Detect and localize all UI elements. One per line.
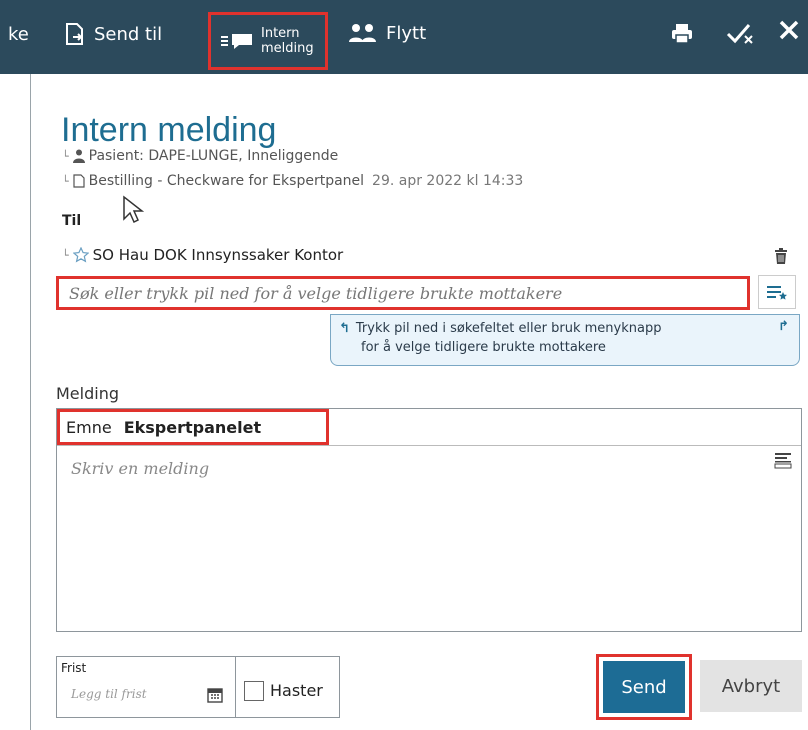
remove-recipient-button[interactable] bbox=[774, 248, 788, 268]
chat-message-icon bbox=[221, 34, 252, 49]
subject-field[interactable]: Emne Ekspertpanelet bbox=[57, 409, 329, 445]
text-template-icon bbox=[774, 453, 792, 469]
recent-recipients-menu-button[interactable] bbox=[758, 275, 796, 309]
trash-icon bbox=[775, 248, 787, 264]
users-move-icon bbox=[349, 24, 376, 42]
hint-line-2: for å velge tidligere brukte mottakere bbox=[361, 340, 606, 355]
patient-line: └ Pasient: DAPE-LUNGE, Inneliggende bbox=[62, 148, 338, 164]
page-title: Intern melding bbox=[61, 111, 277, 149]
message-label: Melding bbox=[56, 384, 119, 403]
urgent-label: Haster bbox=[270, 681, 323, 700]
hint-line-1: Trykk pil ned i søkefeltet eller bruk me… bbox=[355, 321, 662, 336]
toolbar-truncated-label: ke bbox=[8, 24, 29, 45]
recipient-search-placeholder: Søk eller trykk pil ned for å velge tidl… bbox=[69, 283, 563, 303]
intern-melding-button[interactable]: Intern melding bbox=[208, 12, 328, 70]
panel-border bbox=[30, 74, 31, 730]
document-icon bbox=[73, 174, 85, 188]
recipient-hint-tooltip: ↰ Trykk pil ned i søkefeltet eller bruk … bbox=[330, 314, 800, 366]
subject-label: Emne bbox=[66, 417, 112, 437]
arrow-up-right-icon: ↱ bbox=[778, 319, 789, 334]
forward-document-icon bbox=[66, 23, 83, 45]
arrow-up-left-icon: ↰ bbox=[339, 321, 350, 336]
mouse-cursor-icon bbox=[123, 195, 144, 224]
urgent-toggle: Haster bbox=[236, 656, 340, 718]
message-editor: Emne Ekspertpanelet Skriv en melding bbox=[56, 408, 802, 632]
cancel-button[interactable]: Avbryt bbox=[700, 660, 802, 712]
send-til-button[interactable]: Send til bbox=[64, 22, 162, 46]
tree-branch-icon: └ bbox=[62, 149, 69, 163]
send-button[interactable]: Send bbox=[603, 661, 685, 713]
recipient-search-input[interactable]: Søk eller trykk pil ned for å velge tidl… bbox=[56, 276, 750, 310]
send-button-highlight: Send bbox=[596, 654, 692, 720]
send-til-label: Send til bbox=[94, 23, 163, 45]
subject-row[interactable]: Emne Ekspertpanelet bbox=[57, 409, 801, 446]
person-icon bbox=[72, 149, 85, 163]
toolbar: ke Send til Intern melding Flytt bbox=[0, 0, 808, 74]
urgent-checkbox[interactable] bbox=[244, 681, 264, 701]
list-star-icon bbox=[767, 286, 787, 300]
message-body-placeholder: Skriv en melding bbox=[71, 459, 210, 478]
deadline-placeholder: Legg til frist bbox=[71, 687, 147, 701]
tree-branch-icon: └ bbox=[62, 248, 69, 262]
deadline-field[interactable]: Frist Legg til frist bbox=[56, 656, 236, 718]
flytt-label: Flytt bbox=[386, 22, 427, 44]
recipient-name: SO Hau DOK Innsynssaker Kontor bbox=[92, 246, 344, 264]
text-format-button[interactable] bbox=[773, 451, 793, 473]
subject-value: Ekspertpanelet bbox=[123, 417, 262, 437]
tree-branch-icon: └ bbox=[62, 174, 69, 188]
toolbar-truncated-item[interactable]: ke bbox=[8, 24, 29, 45]
printer-icon bbox=[672, 24, 692, 44]
intern-melding-label: Intern melding bbox=[261, 26, 314, 56]
calendar-icon[interactable] bbox=[207, 687, 223, 703]
checkmark-x-icon bbox=[726, 24, 753, 44]
patient-text: Pasient: DAPE-LUNGE, Inneliggende bbox=[88, 148, 339, 164]
star-icon[interactable] bbox=[72, 247, 89, 263]
deadline-label: Frist bbox=[61, 661, 87, 675]
close-icon bbox=[779, 20, 799, 40]
order-line: └ Bestilling - Checkware for Ekspertpane… bbox=[62, 173, 523, 189]
order-text[interactable]: Bestilling - Checkware for Ekspertpanel bbox=[89, 173, 364, 189]
order-date: 29. apr 2022 kl 14:33 bbox=[372, 173, 524, 189]
flytt-button[interactable]: Flytt bbox=[348, 22, 426, 44]
recipient-item[interactable]: └ SO Hau DOK Innsynssaker Kontor bbox=[62, 246, 343, 264]
print-button[interactable] bbox=[670, 22, 694, 46]
sign-button[interactable] bbox=[726, 22, 756, 46]
recipients-label: Til bbox=[62, 213, 82, 229]
close-button[interactable] bbox=[778, 18, 800, 42]
